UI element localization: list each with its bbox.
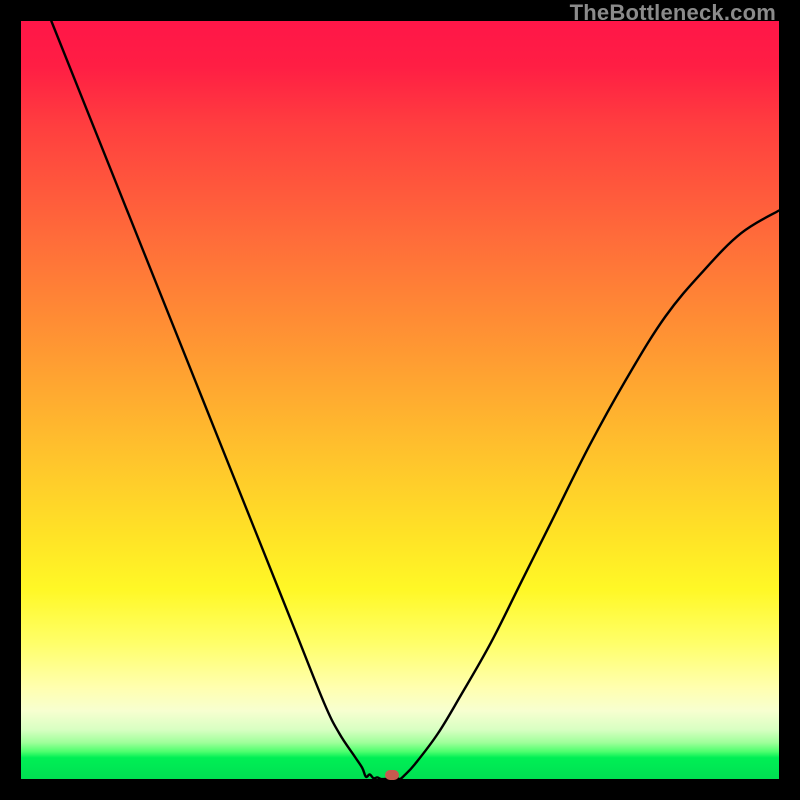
chart-frame: TheBottleneck.com xyxy=(0,0,800,800)
plot-area xyxy=(21,21,779,779)
bottleneck-curve xyxy=(21,21,779,779)
